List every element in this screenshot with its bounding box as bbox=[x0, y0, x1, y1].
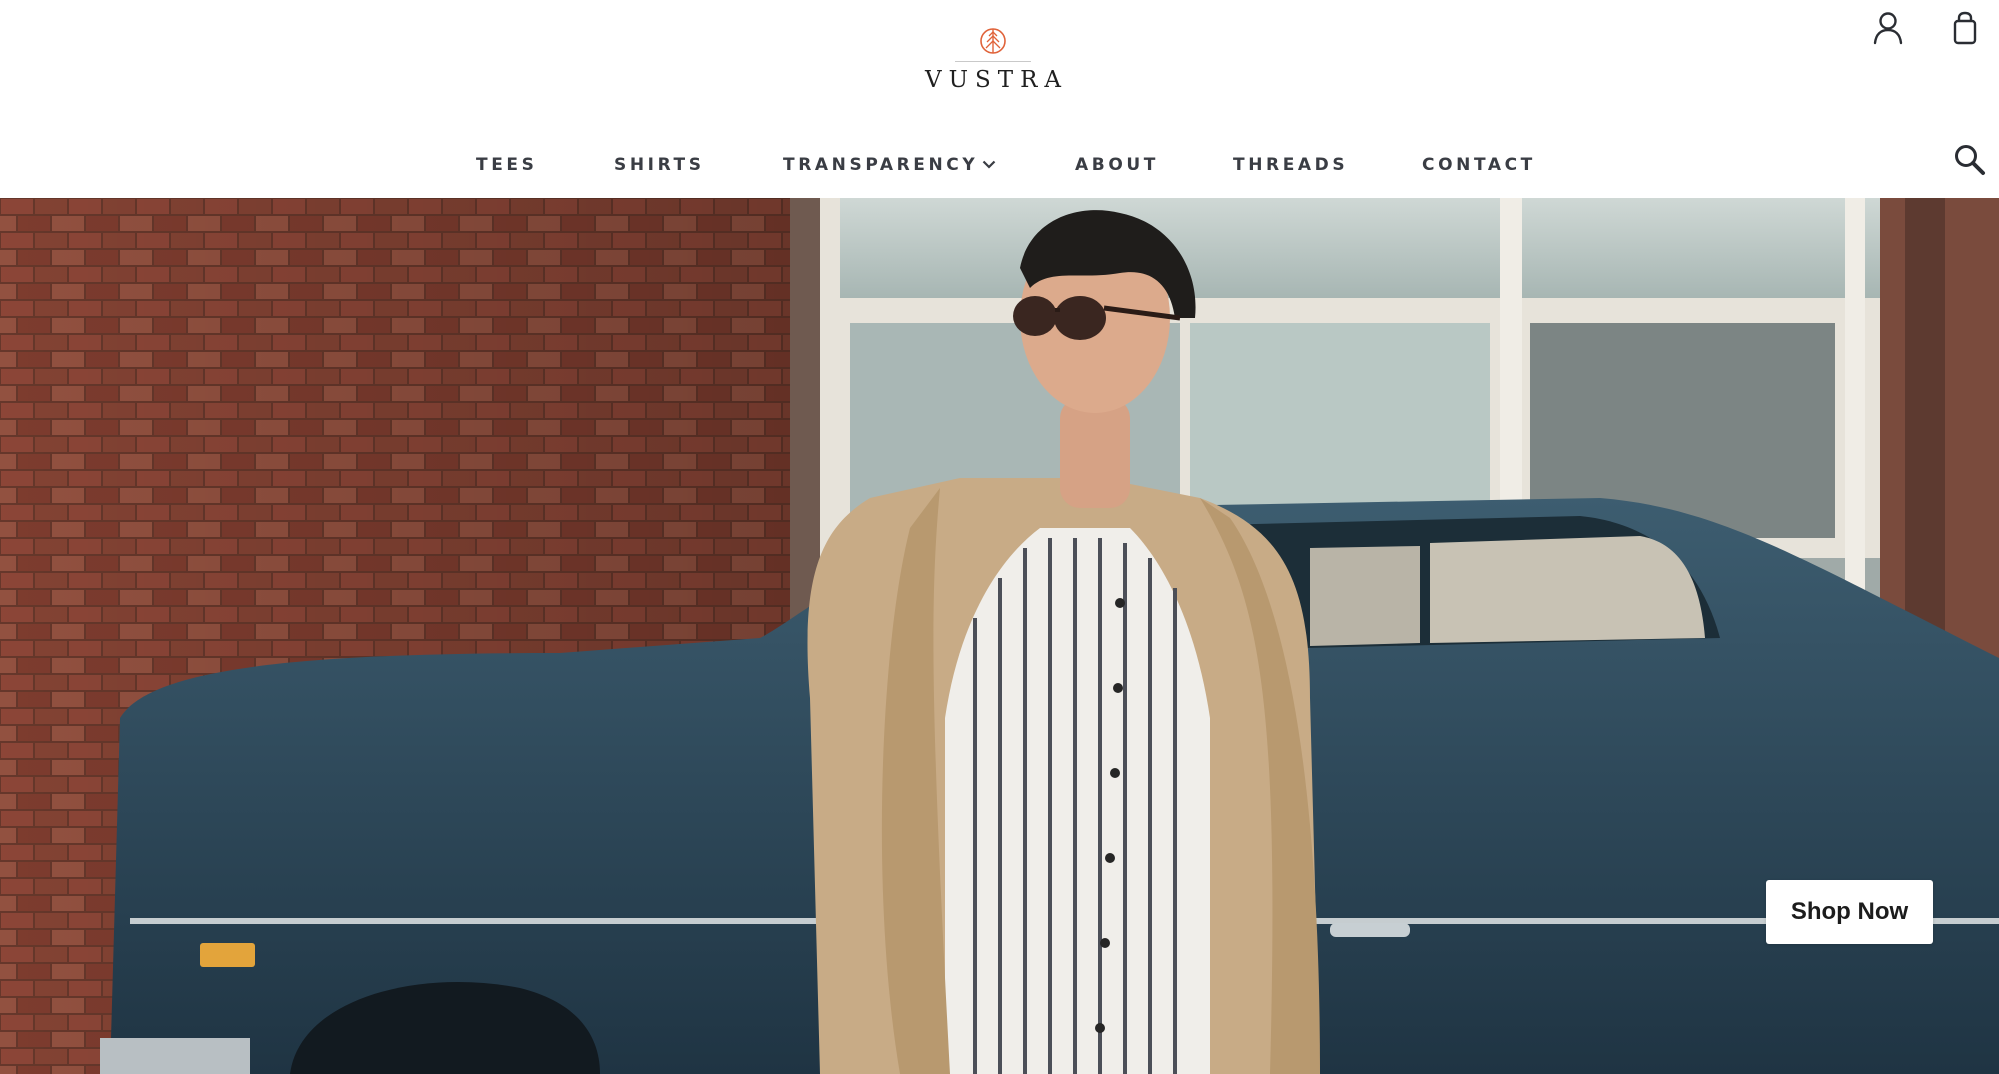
nav-item-contact[interactable]: CONTACT bbox=[1422, 150, 1536, 180]
main-nav: TEES SHIRTS TRANSPARENCY ABOUT THREADS C… bbox=[0, 150, 1999, 180]
nav-item-transparency-label: TRANSPARENCY bbox=[783, 155, 979, 175]
account-icon[interactable] bbox=[1871, 10, 1905, 46]
search-icon[interactable] bbox=[1952, 142, 1988, 178]
logo-divider bbox=[955, 61, 1031, 62]
shop-now-button[interactable]: Shop Now bbox=[1766, 880, 1933, 944]
site-header: VUSTRA TEES SHIRTS TRANSPARENCY ABOUT TH… bbox=[0, 0, 1999, 198]
nav-item-tees[interactable]: TEES bbox=[476, 150, 537, 180]
brand-logo[interactable]: VUSTRA bbox=[925, 26, 1061, 98]
nav-item-shirts[interactable]: SHIRTS bbox=[614, 150, 705, 180]
hero-image bbox=[0, 198, 1999, 1074]
nav-item-about[interactable]: ABOUT bbox=[1075, 150, 1159, 180]
nav-item-transparency[interactable]: TRANSPARENCY bbox=[783, 150, 996, 180]
logo-emblem-icon bbox=[980, 28, 1006, 54]
hero-banner: Shop Now bbox=[0, 198, 1999, 1074]
nav-item-threads[interactable]: THREADS bbox=[1233, 150, 1348, 180]
brand-wordmark: VUSTRA bbox=[924, 67, 1069, 93]
cart-icon[interactable] bbox=[1948, 10, 1982, 46]
chevron-down-icon bbox=[983, 160, 996, 169]
